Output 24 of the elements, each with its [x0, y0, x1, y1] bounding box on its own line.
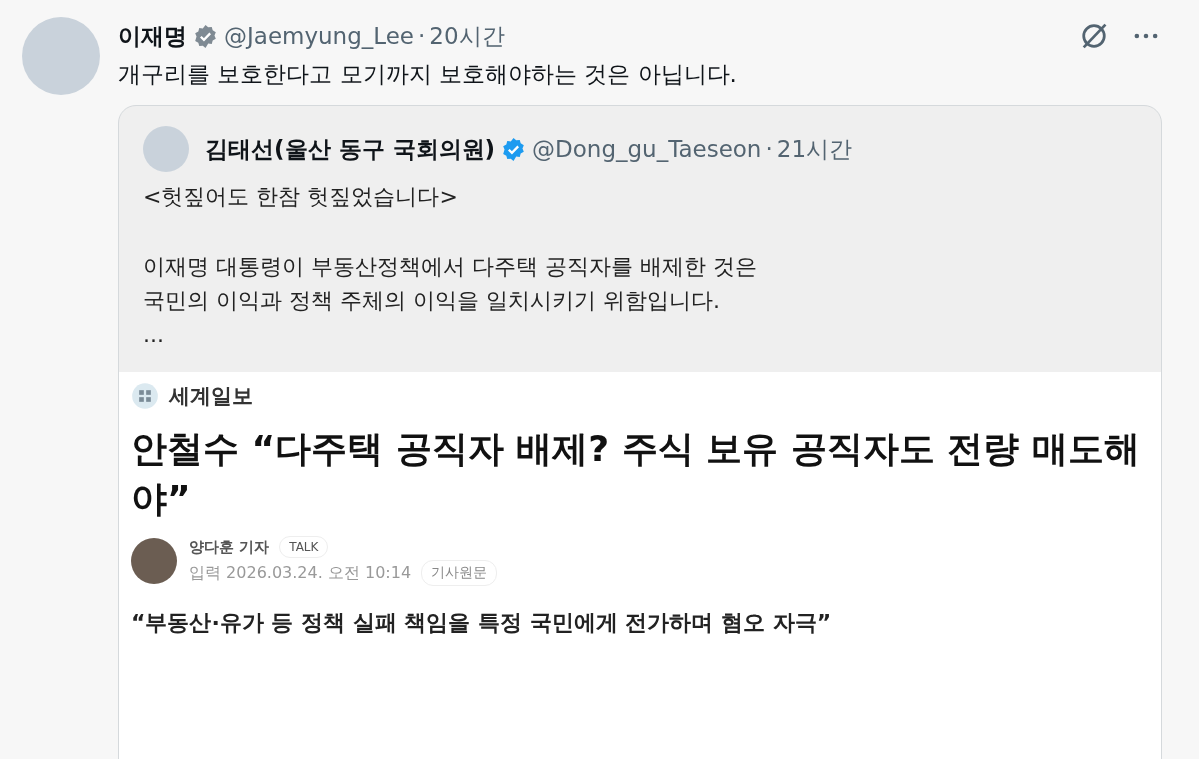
- reporter-avatar: [131, 538, 177, 584]
- original-article-button: 기사원문: [421, 560, 498, 586]
- post-time[interactable]: 21시간: [776, 133, 853, 165]
- verified-badge-icon: [501, 136, 527, 162]
- author-handle[interactable]: @Jaemyung_Lee: [224, 23, 414, 49]
- article-subheadline: “부동산·유가 등 정책 실패 책임을 특정 국민에게 전가하며 혐오 자극”: [131, 609, 833, 637]
- news-logo-icon: [131, 382, 159, 410]
- verified-badge-icon: [193, 23, 218, 49]
- quote-text-line: 이재명 대통령이 부동산정책에서 다주택 공직자를 배제한 것은: [143, 253, 758, 281]
- reporter-name: 양다훈 기자: [189, 537, 270, 557]
- post-text: 개구리를 보호한다고 모기까지 보호해야하는 것은 아닙니다.: [118, 60, 738, 89]
- news-source: 세계일보: [169, 383, 253, 410]
- quote-text-line: 국민의 이익과 정책 주체의 이익을 일치시키기 위함입니다.: [143, 287, 721, 315]
- article-headline: 안철수 “다주택 공직자 배제? 주식 보유 공직자도 전량 매도해야”: [131, 427, 1141, 521]
- separator-dot: ·: [418, 23, 426, 49]
- quote-text-line: ...: [143, 321, 165, 349]
- separator-dot: ·: [765, 136, 773, 162]
- quote-text-line: <헛짚어도 한참 헛짚었습니다>: [143, 183, 459, 211]
- author-name[interactable]: 이재명: [118, 20, 187, 52]
- quoted-post-card[interactable]: [118, 105, 1162, 759]
- article-date: 입력 2026.03.24. 오전 10:14: [189, 562, 412, 584]
- author-name[interactable]: 김태선(울산 동구 국회의원): [205, 133, 496, 165]
- author-handle[interactable]: @Dong_gu_Taeseon: [532, 136, 762, 162]
- post-time[interactable]: 20시간: [429, 20, 505, 52]
